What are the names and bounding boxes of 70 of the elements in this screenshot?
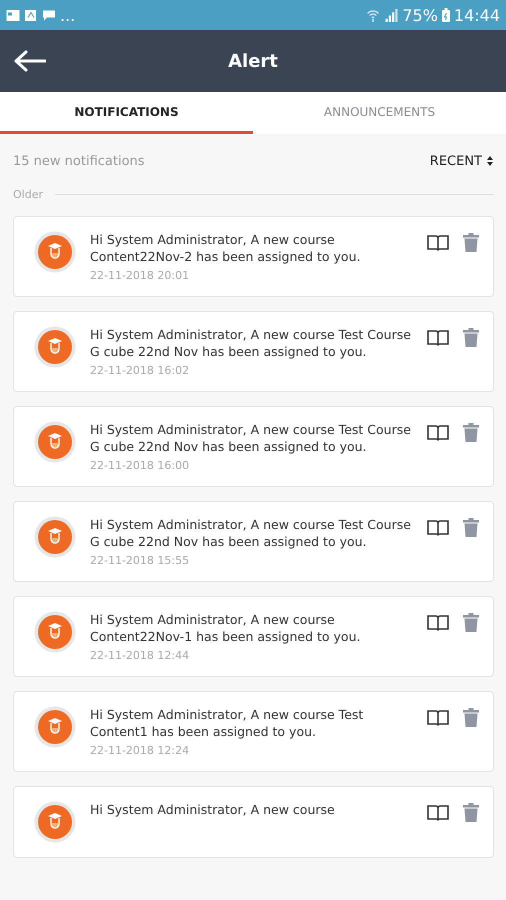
notification-card[interactable]: Hi System Administrator, A new course Test Course G cube 22nd Nov has been assigned to you. 22-11-2018 16:00 <box>13 406 494 487</box>
sort-icon <box>486 155 494 167</box>
read-button[interactable] <box>427 708 449 726</box>
graduate-icon <box>34 421 76 463</box>
notification-message: Hi System Administrator, A new course Content22Nov-1 has been assigned to you. <box>90 611 362 645</box>
battery-icon <box>442 8 450 22</box>
book-icon <box>427 803 449 821</box>
read-button[interactable] <box>427 613 449 631</box>
notification-time: 22-11-2018 15:55 <box>90 554 190 567</box>
read-button[interactable] <box>427 803 449 821</box>
notification-card[interactable]: Hi System Administrator, A new course Test Course G cube 22nd Nov has been assigned to you. 22-11-2018 16:02 <box>13 311 494 392</box>
notification-time: 22-11-2018 20:01 <box>90 269 190 282</box>
clock: 14:44 <box>454 6 500 24</box>
notification-time: 22-11-2018 12:44 <box>90 649 190 662</box>
notification-message: Hi System Administrator, A new course Test Course G cube 22nd Nov has been assigned to you. <box>90 516 412 550</box>
book-icon <box>427 423 449 441</box>
delete-button[interactable] <box>463 423 479 442</box>
graduate-icon <box>34 516 76 558</box>
delete-button[interactable] <box>463 613 479 632</box>
read-button[interactable] <box>427 328 449 346</box>
notification-count: 15 new notifications <box>13 154 145 168</box>
notification-card[interactable]: Hi System Administrator, A new course Test Course G cube 22nd Nov has been assigned to you. 22-11-2018 15:55 <box>13 501 494 582</box>
notification-time: 22-11-2018 16:00 <box>90 459 190 472</box>
notification-message: Hi System Administrator, A new course <box>90 801 336 818</box>
trash-icon <box>463 708 479 727</box>
read-button[interactable] <box>427 233 449 251</box>
sort-button[interactable]: RECENT <box>430 154 494 168</box>
message-icon <box>42 8 56 22</box>
delete-button[interactable] <box>463 328 479 347</box>
graduate-icon <box>34 801 76 843</box>
image-icon <box>6 8 20 22</box>
book-icon <box>427 518 449 536</box>
notification-message: Hi System Administrator, A new course Test Course G cube 22nd Nov has been assigned to you. <box>90 326 412 360</box>
wifi-icon <box>366 8 380 22</box>
notification-message: Hi System Administrator, A new course Content22Nov-2 has been assigned to you. <box>90 231 362 265</box>
graduate-icon <box>34 326 76 368</box>
notification-time: 22-11-2018 16:02 <box>90 364 190 377</box>
delete-button[interactable] <box>463 803 479 822</box>
trash-icon <box>463 423 479 442</box>
notification-card[interactable]: Hi System Administrator, A new course Content22Nov-2 has been assigned to you. 22-11-2018 20:01 <box>13 216 494 297</box>
more-notifications: ... <box>60 6 76 24</box>
graduate-icon <box>34 706 76 748</box>
notification-message: Hi System Administrator, A new course Test Content1 has been assigned to you. <box>90 706 364 740</box>
delete-button[interactable] <box>463 518 479 537</box>
read-button[interactable] <box>427 423 449 441</box>
document-icon <box>24 8 38 22</box>
trash-icon <box>463 803 479 822</box>
notification-message: Hi System Administrator, A new course Test Course G cube 22nd Nov has been assigned to you. <box>90 421 412 455</box>
book-icon <box>427 613 449 631</box>
book-icon <box>427 708 449 726</box>
book-icon <box>427 328 449 346</box>
graduate-icon <box>34 231 76 273</box>
page-title: Alert <box>228 50 278 72</box>
battery-level: 75% <box>402 6 438 24</box>
notification-card[interactable]: Hi System Administrator, A new course Content22Nov-1 has been assigned to you. 22-11-2018 12:44 <box>13 596 494 677</box>
trash-icon <box>463 613 479 632</box>
back-arrow-icon <box>14 50 46 72</box>
notification-card[interactable]: Hi System Administrator, A new course Test Content1 has been assigned to you. 22-11-2018 12:24 <box>13 691 494 772</box>
notification-time: 22-11-2018 12:24 <box>90 744 190 757</box>
trash-icon <box>463 518 479 537</box>
delete-button[interactable] <box>463 708 479 727</box>
trash-icon <box>463 233 479 252</box>
trash-icon <box>463 328 479 347</box>
book-icon <box>427 233 449 251</box>
read-button[interactable] <box>427 518 449 536</box>
notification-card[interactable]: Hi System Administrator, A new course <box>13 786 494 858</box>
delete-button[interactable] <box>463 233 479 252</box>
signal-icon <box>384 8 398 22</box>
graduate-icon <box>34 611 76 653</box>
section-label: Older <box>13 188 43 201</box>
